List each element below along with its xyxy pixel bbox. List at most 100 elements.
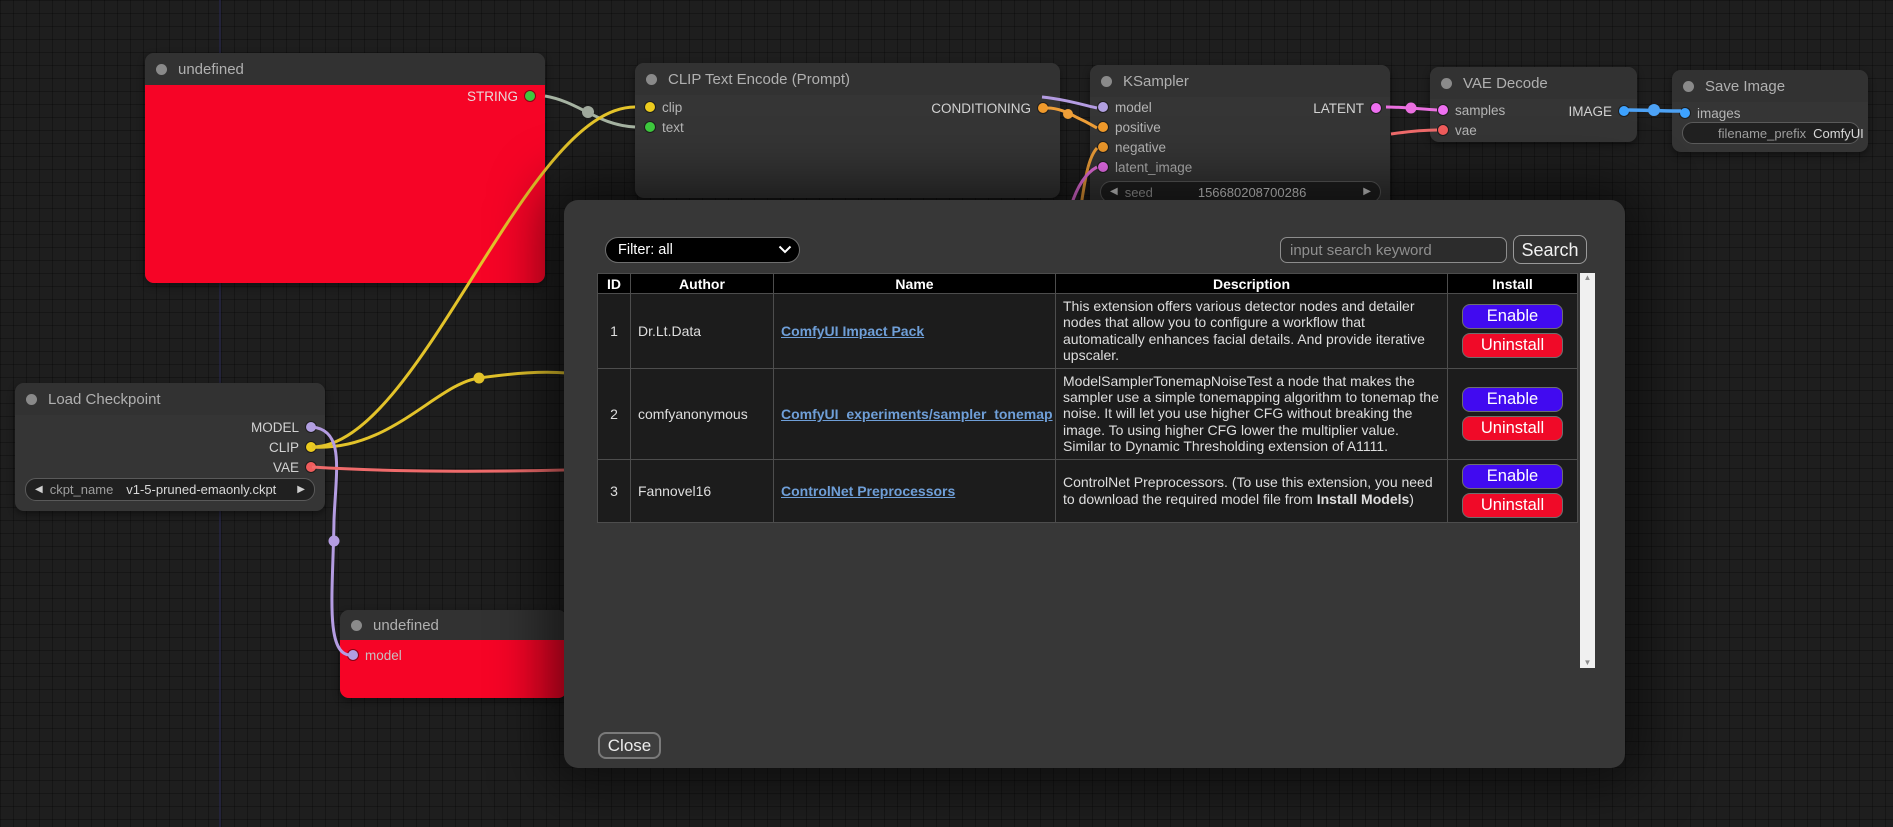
node-title: undefined [373,617,439,634]
latent-output-dot[interactable] [1371,103,1381,113]
output-slot-string[interactable]: STRING [463,86,539,106]
input-slot-text[interactable]: text [641,117,1054,137]
search-input[interactable] [1280,237,1507,263]
widget-value[interactable]: ComfyUI [1813,126,1864,141]
input-slot-model[interactable]: model [344,645,406,665]
output-slot-conditioning[interactable]: CONDITIONING [927,98,1052,118]
widget-value[interactable]: v1-5-pruned-emaonly.ckpt [126,482,276,497]
decrement-arrow-icon[interactable]: ◀ [35,485,43,495]
close-button[interactable]: Close [598,732,661,759]
input-slot-negative[interactable]: negative [1094,137,1386,157]
output-slot-latent[interactable]: LATENT [1309,98,1385,118]
decrement-arrow-icon[interactable]: ◀ [1110,187,1118,197]
node-collapse-dot-icon[interactable] [1101,76,1112,87]
output-slot-model[interactable]: MODEL [247,417,320,437]
scroll-up-icon[interactable]: ▲ [1584,273,1592,283]
node-title: KSampler [1123,73,1189,90]
output-label: IMAGE [1568,104,1612,119]
node-undefined-bottom[interactable]: undefined model [340,610,567,698]
increment-arrow-icon[interactable]: ▶ [297,485,305,495]
extension-link[interactable]: ComfyUI_experiments/sampler_tonemap [781,406,1053,422]
table-row: 1Dr.Lt.DataComfyUI Impact PackThis exten… [598,294,1578,369]
column-header-id: ID [598,274,631,294]
node-collapse-dot-icon[interactable] [156,64,167,75]
wire-midpoint-dot [582,106,594,118]
extension-id: 1 [598,294,631,369]
node-title: undefined [178,61,244,78]
vae-output-dot[interactable] [306,462,316,472]
node-title: VAE Decode [1463,75,1548,92]
node-title-bar[interactable]: Save Image [1672,70,1868,102]
node-collapse-dot-icon[interactable] [1683,81,1694,92]
model-input-dot[interactable] [1098,102,1108,112]
ckpt-name-widget[interactable]: ◀ ckpt_name v1-5-pruned-emaonly.ckpt ▶ [25,478,315,501]
widget-name: ckpt_name [50,482,114,497]
enable-button[interactable]: Enable [1462,464,1563,489]
output-label: MODEL [251,420,299,435]
search-button[interactable]: Search [1513,235,1587,264]
input-slot-vae[interactable]: vae [1434,120,1633,140]
conditioning-output-dot[interactable] [1038,103,1048,113]
node-collapse-dot-icon[interactable] [1441,78,1452,89]
output-slot-image[interactable]: IMAGE [1564,101,1633,121]
enable-button[interactable]: Enable [1462,304,1563,329]
uninstall-button[interactable]: Uninstall [1462,333,1563,358]
model-output-dot[interactable] [306,422,316,432]
node-title-bar[interactable]: undefined [340,610,567,640]
node-title-bar[interactable]: CLIP Text Encode (Prompt) [635,63,1060,95]
clip-input-dot[interactable] [645,102,655,112]
text-input-dot[interactable] [645,122,655,132]
widget-value[interactable]: 156680208700286 [1198,185,1306,200]
extension-link[interactable]: ComfyUI Impact Pack [781,323,924,339]
extension-author: Fannovel16 [631,459,774,522]
extension-description: ControlNet Preprocessors. (To use this e… [1056,459,1448,522]
input-slot-images[interactable]: images [1676,103,1864,123]
node-title-bar[interactable]: Load Checkpoint [15,383,325,415]
uninstall-button[interactable]: Uninstall [1462,416,1563,441]
extensions-table: IDAuthorNameDescriptionInstall 1Dr.Lt.Da… [597,273,1578,523]
wire-midpoint-dot [329,536,340,547]
enable-button[interactable]: Enable [1462,387,1563,412]
column-header-author: Author [631,274,774,294]
model-input-dot[interactable] [348,650,358,660]
node-ksampler[interactable]: KSampler model positive negative latent_… [1090,65,1390,215]
extension-name: ControlNet Preprocessors [774,459,1056,522]
extension-install-actions: Enable Uninstall [1448,368,1578,459]
positive-input-dot[interactable] [1098,122,1108,132]
latent-image-input-dot[interactable] [1098,162,1108,172]
input-slot-positive[interactable]: positive [1094,117,1386,137]
node-title-bar[interactable]: undefined [145,53,545,85]
node-collapse-dot-icon[interactable] [646,74,657,85]
clip-output-dot[interactable] [306,442,316,452]
samples-input-dot[interactable] [1438,105,1448,115]
scroll-down-icon[interactable]: ▼ [1584,658,1592,668]
uninstall-button[interactable]: Uninstall [1462,493,1563,518]
output-slot-clip[interactable]: CLIP [265,437,320,457]
table-scrollbar[interactable]: ▲ ▼ [1580,273,1595,668]
node-undefined-top[interactable]: undefined STRING [145,53,545,283]
node-clip-text-encode[interactable]: CLIP Text Encode (Prompt) clip text COND… [635,63,1060,198]
extension-link[interactable]: ControlNet Preprocessors [781,483,955,499]
node-vae-decode[interactable]: VAE Decode samples vae IMAGE [1430,67,1637,142]
filename-prefix-widget[interactable]: filename_prefix ComfyUI [1682,122,1860,144]
node-collapse-dot-icon[interactable] [351,620,362,631]
output-slot-vae[interactable]: VAE [269,457,320,477]
image-output-dot[interactable] [1619,106,1629,116]
node-title-bar[interactable]: VAE Decode [1430,67,1637,99]
increment-arrow-icon[interactable]: ▶ [1363,187,1371,197]
extension-description: This extension offers various detector n… [1056,294,1448,369]
input-slot-latent-image[interactable]: latent_image [1094,157,1386,177]
node-load-checkpoint[interactable]: Load Checkpoint MODEL CLIP VAE ◀ ckpt_na… [15,383,325,511]
node-save-image[interactable]: Save Image images filename_prefix ComfyU… [1672,70,1868,152]
output-label: CLIP [269,440,299,455]
extension-install-actions: Enable Uninstall [1448,294,1578,369]
string-output-dot[interactable] [525,91,535,101]
node-title-bar[interactable]: KSampler [1090,65,1390,97]
table-header-row: IDAuthorNameDescriptionInstall [598,274,1578,294]
images-input-dot[interactable] [1680,108,1690,118]
filter-select[interactable]: Filter: all [605,237,800,263]
node-collapse-dot-icon[interactable] [26,394,37,405]
negative-input-dot[interactable] [1098,142,1108,152]
extension-author: comfyanonymous [631,368,774,459]
vae-input-dot[interactable] [1438,125,1448,135]
